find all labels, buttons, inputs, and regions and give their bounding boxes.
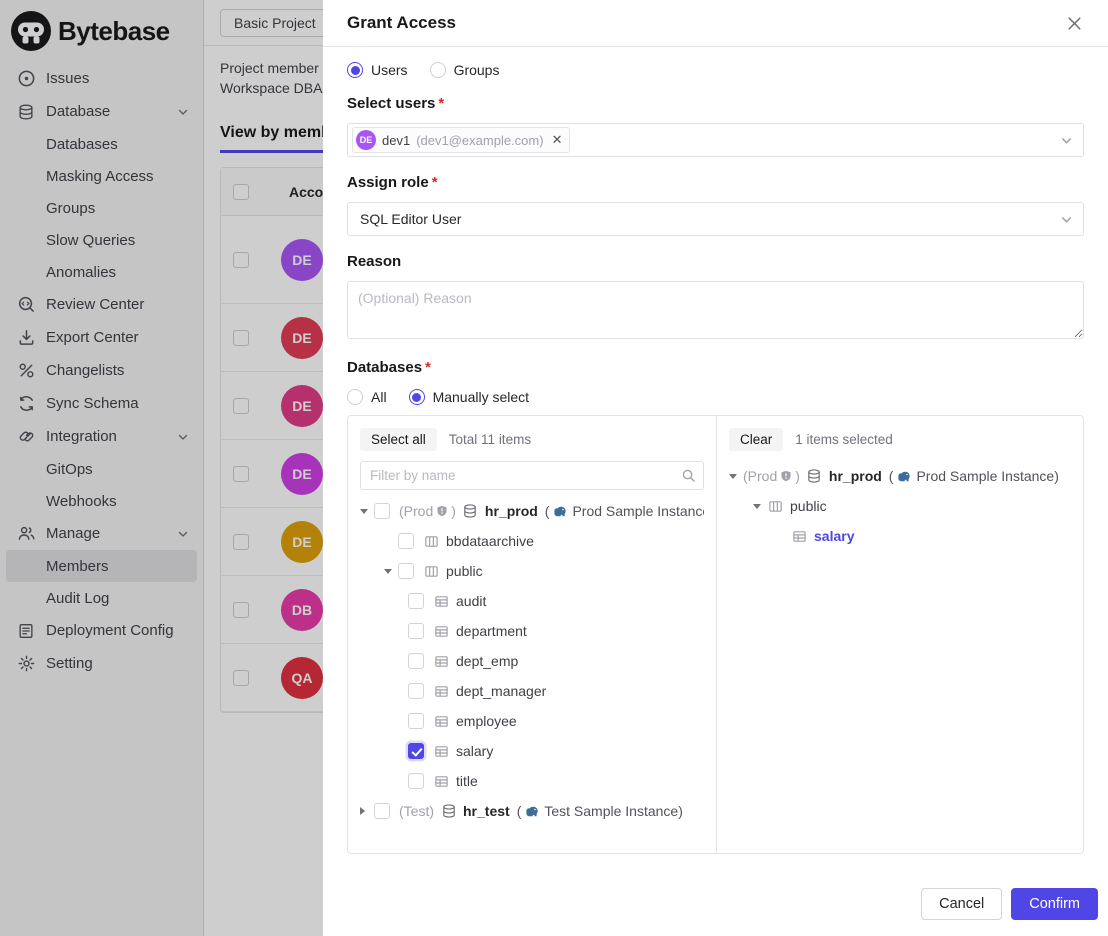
schema-icon: [767, 498, 784, 515]
radio-dot: [347, 389, 363, 405]
grant-access-modal: Grant Access Users Groups Select users* …: [323, 0, 1108, 936]
chip-remove-icon[interactable]: ✕: [550, 132, 563, 148]
selected-item-public[interactable]: public: [729, 491, 1071, 521]
tree-item-hr_test[interactable]: (Test) hr_test (Test Sample Instance): [360, 796, 704, 826]
table-icon: [433, 593, 450, 610]
caret-right-icon[interactable]: [360, 807, 374, 815]
total-items-count: Total 11 items: [449, 432, 531, 447]
checkbox[interactable]: [408, 773, 424, 789]
table-icon: [791, 528, 808, 545]
table-icon: [433, 683, 450, 700]
user-type-radio-group: Users Groups: [347, 62, 1084, 78]
environment-label: (Prod): [743, 468, 800, 484]
environment-label: (Prod): [399, 503, 456, 519]
radio-dot: [347, 62, 363, 78]
radio-dot: [430, 62, 446, 78]
tree-item-employee[interactable]: employee: [360, 706, 704, 736]
database-transfer-panel: Select all Total 11 items (Prod) hr_prod…: [347, 415, 1084, 854]
schema-icon: [423, 533, 440, 550]
environment-label: (Test): [399, 803, 434, 819]
table-icon: [433, 653, 450, 670]
checkbox[interactable]: [374, 803, 390, 819]
cancel-button[interactable]: Cancel: [921, 888, 1002, 920]
chevron-down-icon: [1060, 134, 1073, 147]
table-icon: [433, 773, 450, 790]
selected-item-hr_prod[interactable]: (Prod) hr_prod (Prod Sample Instance): [729, 461, 1071, 491]
close-icon[interactable]: [1064, 13, 1084, 33]
table-icon: [433, 713, 450, 730]
postgres-icon: [525, 804, 540, 819]
database-icon: [462, 503, 479, 520]
selected-item-salary[interactable]: salary: [729, 521, 1071, 551]
caret-down-icon[interactable]: [384, 569, 398, 574]
checkbox[interactable]: [408, 623, 424, 639]
checkbox[interactable]: [408, 713, 424, 729]
tree-item-bbdataarchive[interactable]: bbdataarchive: [360, 526, 704, 556]
assign-role-label: Assign role*: [347, 174, 1084, 191]
tree-item-hr_prod[interactable]: (Prod) hr_prod (Prod Sample Instance: [360, 496, 704, 526]
shield-icon: [780, 470, 792, 482]
checkbox[interactable]: [398, 563, 414, 579]
reason-textarea[interactable]: [347, 281, 1084, 339]
tree-item-audit[interactable]: audit: [360, 586, 704, 616]
radio-all[interactable]: All: [347, 389, 387, 405]
radio-dot: [409, 389, 425, 405]
checkbox[interactable]: [408, 653, 424, 669]
required-mark: *: [438, 95, 444, 112]
user-chip: DE dev1 (dev1@example.com) ✕: [352, 127, 570, 153]
tree-item-dept_manager[interactable]: dept_manager: [360, 676, 704, 706]
select-all-button[interactable]: Select all: [360, 428, 437, 451]
filter-input[interactable]: [360, 461, 704, 490]
database-icon: [440, 803, 457, 820]
checkbox[interactable]: [408, 593, 424, 609]
modal-body: Users Groups Select users* DE dev1 (dev1…: [323, 47, 1108, 884]
chevron-down-icon: [1060, 213, 1073, 226]
modal-header: Grant Access: [323, 0, 1108, 47]
table-icon: [433, 743, 450, 760]
confirm-button[interactable]: Confirm: [1011, 888, 1098, 920]
caret-down-icon[interactable]: [753, 504, 767, 509]
database-icon: [806, 468, 823, 485]
radio-manually-select[interactable]: Manually select: [409, 389, 530, 405]
radio-groups[interactable]: Groups: [430, 62, 500, 78]
required-mark: *: [425, 359, 431, 376]
checkbox[interactable]: [374, 503, 390, 519]
tree-item-salary[interactable]: salary: [360, 736, 704, 766]
select-users-label: Select users*: [347, 95, 1084, 112]
clear-button[interactable]: Clear: [729, 428, 783, 451]
tree-item-dept_emp[interactable]: dept_emp: [360, 646, 704, 676]
checkbox[interactable]: [408, 683, 424, 699]
selected-pane: Clear 1 items selected (Prod) hr_prod (P…: [717, 416, 1083, 853]
db-mode-radio-group: All Manually select: [347, 389, 1084, 405]
tree-item-public[interactable]: public: [360, 556, 704, 586]
search-icon: [681, 468, 696, 483]
postgres-icon: [553, 504, 568, 519]
reason-label: Reason: [347, 253, 1084, 270]
source-pane: Select all Total 11 items (Prod) hr_prod…: [348, 416, 717, 853]
select-users-input[interactable]: DE dev1 (dev1@example.com) ✕: [347, 123, 1084, 157]
databases-label: Databases*: [347, 359, 1084, 376]
caret-down-icon[interactable]: [729, 474, 743, 479]
schema-icon: [423, 563, 440, 580]
modal-footer: Cancel Confirm: [323, 884, 1108, 936]
postgres-icon: [897, 469, 912, 484]
filter-input-wrap: [360, 461, 704, 490]
caret-down-icon[interactable]: [360, 509, 374, 514]
modal-title: Grant Access: [347, 13, 456, 33]
assign-role-select[interactable]: SQL Editor User: [347, 202, 1084, 236]
chip-avatar: DE: [356, 130, 376, 150]
tree-item-title[interactable]: title: [360, 766, 704, 796]
checkbox-checked[interactable]: [408, 743, 424, 759]
selected-items-count: 1 items selected: [795, 432, 893, 447]
table-icon: [433, 623, 450, 640]
radio-users[interactable]: Users: [347, 62, 408, 78]
shield-icon: [436, 505, 448, 517]
tree-item-department[interactable]: department: [360, 616, 704, 646]
selected-tree: (Prod) hr_prod (Prod Sample Instance) pu…: [729, 461, 1071, 551]
database-tree: (Prod) hr_prod (Prod Sample Instance bbd…: [360, 496, 704, 826]
required-mark: *: [432, 174, 438, 191]
checkbox[interactable]: [398, 533, 414, 549]
